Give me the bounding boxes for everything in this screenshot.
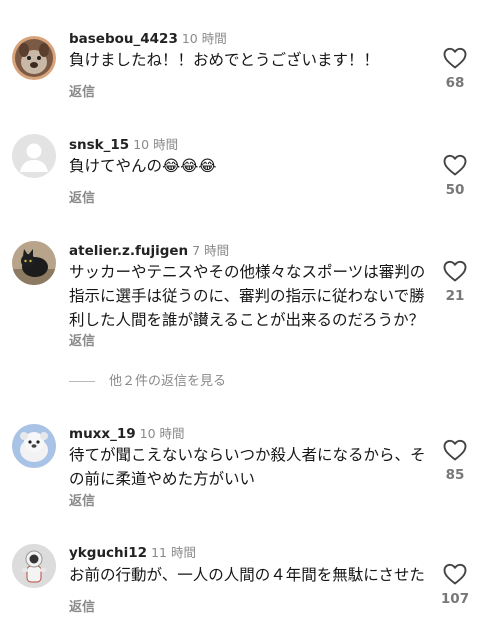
like-count: 85 — [445, 467, 465, 483]
like-count: 107 — [440, 591, 470, 607]
username[interactable]: basebou_4423 — [69, 31, 178, 47]
heart-outline-icon — [443, 260, 467, 282]
like-count: 21 — [445, 288, 465, 304]
view-more-replies-button[interactable]: 他２件の返信を見る — [69, 370, 226, 389]
username[interactable]: muxx_19 — [69, 426, 136, 442]
comment-text: 待てが聞こえないならいつか殺人者になるから、その前に柔道やめた方がいい — [69, 446, 426, 488]
comment-text: お前の行動が、一人の人間の４年間を無駄にさせた — [69, 566, 425, 584]
avatar-photo — [12, 36, 56, 80]
divider-line — [69, 381, 95, 382]
avatar[interactable] — [12, 134, 56, 178]
timestamp: 7 時間 — [192, 243, 230, 258]
avatar-photo — [12, 241, 56, 285]
view-more-replies-label: 他２件の返信を見る — [109, 374, 227, 389]
username[interactable]: ykguchi12 — [69, 545, 147, 561]
avatar[interactable] — [12, 241, 56, 285]
like-button[interactable]: 85 — [432, 439, 478, 483]
comment-meta: ykguchi12 11 時間 — [69, 542, 196, 561]
heart-outline-icon — [443, 439, 467, 461]
comment-meta: snsk_15 10 時間 — [69, 134, 178, 153]
like-button[interactable]: 50 — [432, 154, 478, 198]
like-count: 68 — [445, 75, 465, 91]
comment-text: 負けてやんの😂😂😂 — [69, 157, 217, 175]
username[interactable]: snsk_15 — [69, 137, 129, 153]
reply-button[interactable]: 返信 — [69, 596, 95, 615]
comment-meta: muxx_19 10 時間 — [69, 423, 185, 442]
avatar-photo — [12, 544, 56, 588]
comment-text: 負けましたね！！おめでとうございます！！ — [69, 51, 380, 69]
like-button[interactable]: 68 — [432, 47, 478, 91]
like-button[interactable]: 21 — [432, 260, 478, 304]
comment-text: サッカーやテニスやその他様々なスポーツは審判の指示に選手は従うのに、審判の指示に… — [69, 263, 426, 329]
avatar[interactable] — [12, 544, 56, 588]
comment-meta: basebou_4423 10 時間 — [69, 28, 227, 47]
avatar[interactable] — [12, 36, 56, 80]
reply-button[interactable]: 返信 — [69, 490, 95, 509]
avatar-photo — [12, 424, 56, 468]
like-count: 50 — [445, 182, 465, 198]
reply-button[interactable]: 返信 — [69, 187, 95, 206]
default-avatar-icon — [12, 134, 56, 178]
heart-outline-icon — [443, 47, 467, 69]
timestamp: 10 時間 — [139, 426, 185, 441]
timestamp: 10 時間 — [133, 137, 179, 152]
reply-button[interactable]: 返信 — [69, 81, 95, 100]
like-button[interactable]: 107 — [432, 563, 478, 607]
heart-outline-icon — [443, 563, 467, 585]
comment-meta: atelier.z.fujigen 7 時間 — [69, 240, 229, 259]
reply-button[interactable]: 返信 — [69, 330, 95, 349]
username[interactable]: atelier.z.fujigen — [69, 243, 188, 259]
avatar[interactable] — [12, 424, 56, 468]
timestamp: 10 時間 — [181, 31, 227, 46]
timestamp: 11 時間 — [151, 545, 196, 560]
heart-outline-icon — [443, 154, 467, 176]
